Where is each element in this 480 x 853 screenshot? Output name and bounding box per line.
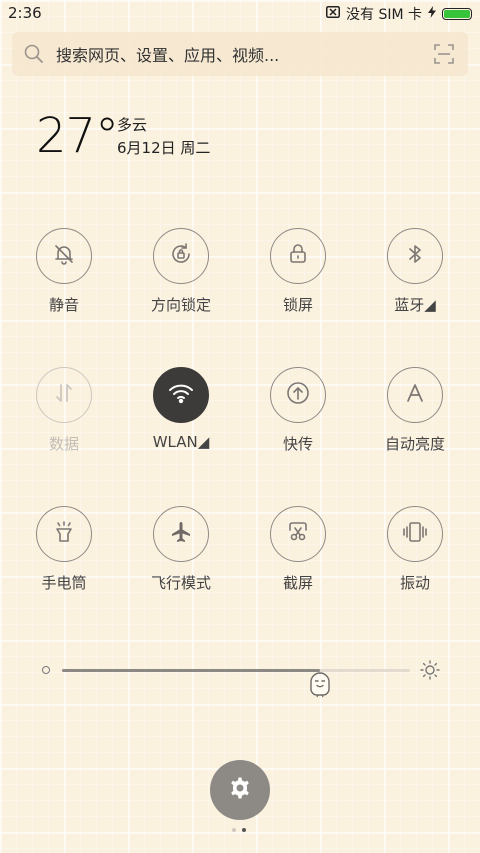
tile-label: 数据	[48, 435, 79, 453]
mobile-data-toggle[interactable]	[36, 367, 92, 423]
bluetooth-toggle[interactable]	[387, 228, 443, 284]
tile-airplane-mode[interactable]: 飞行模式	[126, 506, 236, 593]
charging-icon	[428, 6, 436, 22]
tile-screenshot[interactable]: 截屏	[243, 506, 353, 593]
tile-label: 截屏	[282, 574, 313, 592]
gear-icon	[228, 776, 252, 804]
page-indicator	[232, 828, 246, 832]
brightness-low-icon	[42, 666, 50, 674]
tile-label: 蓝牙◢	[394, 296, 436, 314]
tile-mobile-data[interactable]: 数据	[9, 367, 119, 454]
tile-vibrate[interactable]: 振动	[360, 506, 470, 593]
quick-transfer-button[interactable]	[270, 367, 326, 423]
weather-date: 6月12日 周二	[117, 139, 211, 157]
rotation-lock-toggle[interactable]	[153, 228, 209, 284]
tile-bluetooth[interactable]: 蓝牙◢	[360, 228, 470, 315]
lock-screen-button[interactable]	[270, 228, 326, 284]
weather-widget[interactable]: 27°	[36, 108, 119, 164]
no-sim-icon	[326, 6, 340, 22]
screenshot-button[interactable]	[270, 506, 326, 562]
tile-quick-transfer[interactable]: 快传	[243, 367, 353, 454]
tile-label: 方向锁定	[150, 296, 211, 314]
airplane-mode-toggle[interactable]	[153, 506, 209, 562]
tile-label: 振动	[399, 574, 430, 592]
brightness-track[interactable]	[62, 669, 410, 698]
tile-label: 飞行模式	[150, 574, 211, 592]
status-bar: 2:36 没有 SIM 卡	[0, 0, 480, 28]
silent-toggle[interactable]	[36, 228, 92, 284]
thumb-face-icon	[309, 672, 330, 698]
weather-condition: 多云	[117, 116, 148, 134]
battery-icon	[442, 8, 472, 20]
tile-rotation-lock[interactable]: 方向锁定	[126, 228, 236, 315]
page-dot	[232, 828, 236, 832]
brightness-high-icon	[420, 660, 440, 680]
bluetooth-icon	[403, 242, 427, 270]
search-input[interactable]: 搜索网页、设置、应用、视频...	[56, 42, 434, 66]
temperature: 27°	[36, 108, 119, 164]
status-icons: 没有 SIM 卡	[326, 4, 472, 24]
search-icon	[24, 44, 44, 64]
mobile-data-icon	[52, 381, 76, 409]
flashlight-icon	[52, 520, 76, 548]
brightness-fill	[62, 669, 320, 672]
tile-label: 静音	[48, 296, 79, 314]
brightness-thumb[interactable]	[307, 670, 333, 698]
flashlight-toggle[interactable]	[36, 506, 92, 562]
screenshot-icon	[286, 520, 310, 548]
search-bar[interactable]: 搜索网页、设置、应用、视频...	[12, 32, 468, 76]
tile-auto-brightness[interactable]: 自动亮度	[360, 367, 470, 454]
vibrate-icon	[402, 520, 428, 548]
tile-label: 锁屏	[282, 296, 313, 314]
rotation-lock-icon	[169, 242, 193, 270]
sim-status-text: 没有 SIM 卡	[346, 7, 422, 23]
vibrate-toggle[interactable]	[387, 506, 443, 562]
tile-label: 手电筒	[41, 574, 87, 592]
page-dot-active	[242, 828, 246, 832]
status-time: 2:36	[8, 4, 42, 22]
tile-lock-screen[interactable]: 锁屏	[243, 228, 353, 315]
tile-flashlight[interactable]: 手电筒	[9, 506, 119, 593]
tile-label: 自动亮度	[384, 435, 445, 453]
lock-icon	[286, 242, 310, 270]
auto-brightness-toggle[interactable]	[387, 367, 443, 423]
battery-level	[444, 10, 470, 18]
wlan-toggle[interactable]	[153, 367, 209, 423]
quick-transfer-icon	[285, 380, 311, 410]
scan-icon[interactable]	[434, 44, 454, 64]
settings-button[interactable]	[210, 760, 270, 820]
auto-brightness-icon	[403, 381, 427, 409]
tile-wlan[interactable]: WLAN◢	[126, 367, 236, 451]
tile-silent[interactable]: 静音	[9, 228, 119, 315]
tile-label: WLAN◢	[152, 433, 210, 451]
airplane-icon	[169, 520, 193, 548]
tile-label: 快传	[282, 435, 313, 453]
wifi-icon	[168, 382, 194, 408]
brightness-slider[interactable]	[36, 654, 446, 698]
bell-off-icon	[52, 242, 76, 270]
